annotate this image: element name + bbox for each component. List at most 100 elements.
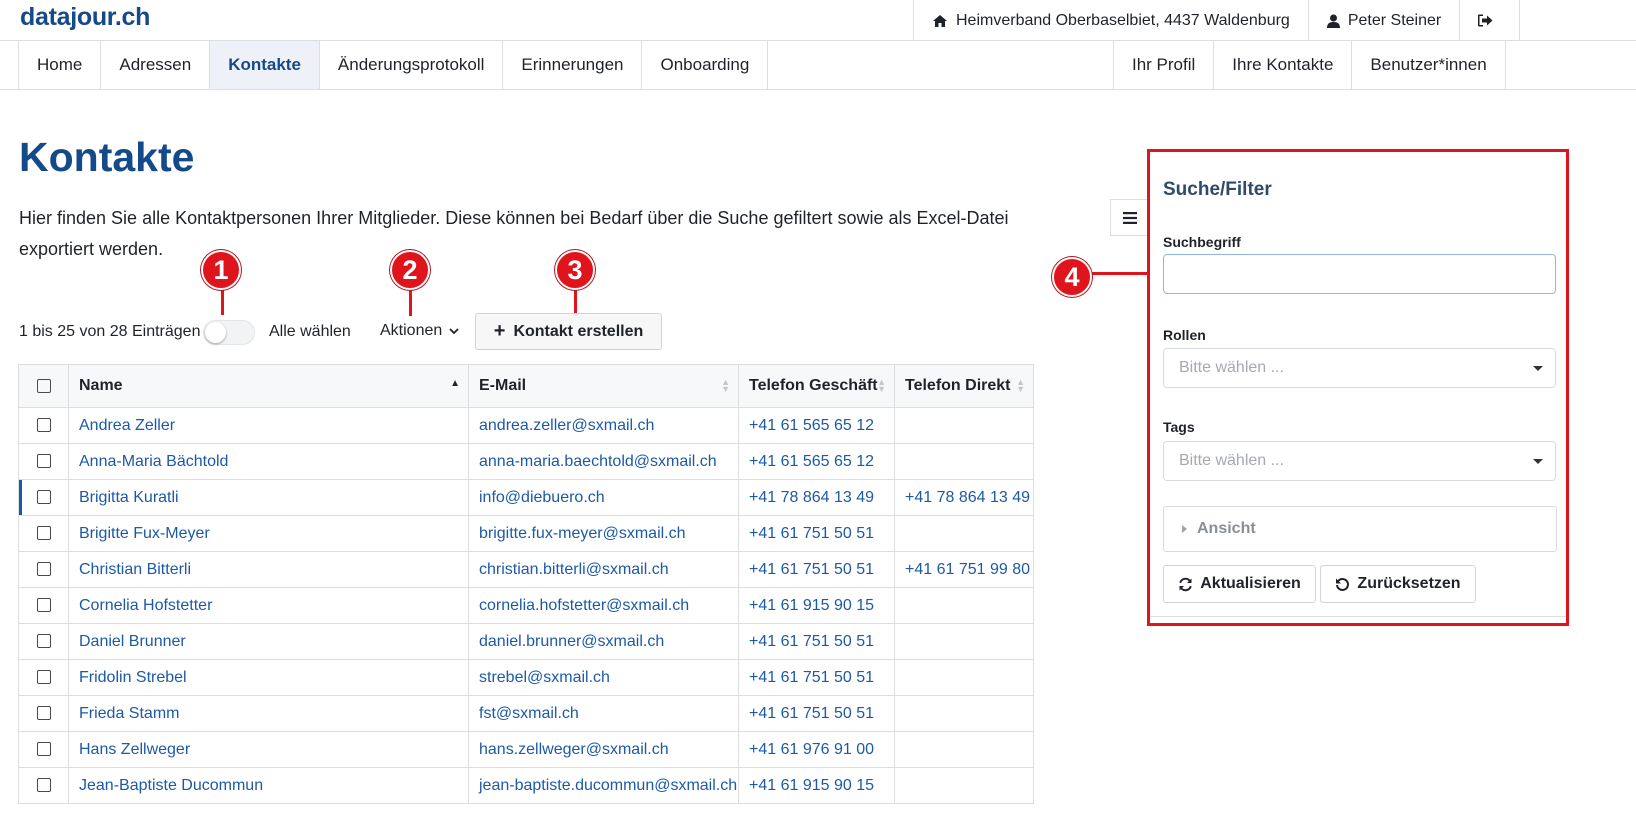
contact-email[interactable]: andrea.zeller@sxmail.ch [468, 407, 739, 444]
row-checkbox[interactable] [36, 706, 51, 721]
contact-phone-business[interactable]: +41 61 565 65 12 [738, 407, 895, 444]
search-input[interactable] [1163, 254, 1556, 294]
table-row[interactable]: Jean-Baptiste Ducommun jean-baptiste.duc… [18, 767, 1034, 804]
contact-phone-business[interactable]: +41 61 751 50 51 [738, 623, 895, 660]
nav-item-adressen[interactable]: Adressen [100, 41, 209, 89]
table-row[interactable]: Cornelia Hofstetter cornelia.hofstetter@… [18, 587, 1034, 624]
contact-email[interactable]: brigitte.fux-meyer@sxmail.ch [468, 515, 739, 552]
select-all-checkbox[interactable] [36, 378, 51, 393]
column-header-name[interactable]: Name ▲ [68, 364, 469, 408]
contact-phone-direct[interactable] [894, 731, 1034, 768]
contact-phone-business[interactable]: +41 61 751 50 51 [738, 695, 895, 732]
contact-email[interactable]: jean-baptiste.ducommun@sxmail.ch [468, 767, 739, 804]
column-header-email[interactable]: E-Mail ▲ ▼ [468, 364, 739, 408]
contact-phone-business[interactable]: +41 61 751 50 51 [738, 551, 895, 588]
reset-button[interactable]: Zurücksetzen [1320, 565, 1476, 603]
nav-item-ihre-kontakte[interactable]: Ihre Kontakte [1213, 41, 1351, 89]
actions-dropdown[interactable]: Aktionen [380, 322, 459, 340]
contact-email[interactable]: daniel.brunner@sxmail.ch [468, 623, 739, 660]
view-collapsible[interactable]: Ansicht [1163, 506, 1557, 552]
contact-phone-direct[interactable] [894, 695, 1034, 732]
row-checkbox-cell[interactable] [18, 551, 69, 588]
row-checkbox-cell[interactable] [18, 515, 69, 552]
contact-phone-direct[interactable]: +41 61 751 99 80 [894, 551, 1034, 588]
select-all-toggle[interactable] [203, 320, 255, 345]
contact-phone-business[interactable]: +41 61 915 90 15 [738, 587, 895, 624]
nav-item-onboarding[interactable]: Onboarding [641, 41, 769, 89]
table-row[interactable]: Daniel Brunner daniel.brunner@sxmail.ch … [18, 623, 1034, 660]
row-checkbox-cell[interactable] [18, 407, 69, 444]
logo[interactable]: datajour.ch [20, 3, 150, 32]
contact-name[interactable]: Christian Bitterli [68, 551, 469, 588]
nav-item-benutzerinnen[interactable]: Benutzer*innen [1351, 41, 1506, 89]
contact-name[interactable]: Anna-Maria Bächtold [68, 443, 469, 480]
row-checkbox-cell[interactable] [18, 623, 69, 660]
table-row[interactable]: Frieda Stamm fst@sxmail.ch +41 61 751 50… [18, 695, 1034, 732]
logout-button[interactable] [1459, 0, 1521, 41]
contact-email[interactable]: anna-maria.baechtold@sxmail.ch [468, 443, 739, 480]
contact-phone-direct[interactable] [894, 623, 1034, 660]
row-checkbox-cell[interactable] [18, 767, 69, 804]
contact-phone-direct[interactable] [894, 515, 1034, 552]
row-checkbox[interactable] [36, 778, 51, 793]
contact-phone-direct[interactable]: +41 78 864 13 49 [894, 479, 1034, 516]
nav-item-home[interactable]: Home [18, 41, 100, 89]
row-checkbox[interactable] [36, 598, 51, 613]
contact-email[interactable]: fst@sxmail.ch [468, 695, 739, 732]
row-checkbox-cell[interactable] [18, 659, 69, 696]
contact-name[interactable]: Frieda Stamm [68, 695, 469, 732]
contact-email[interactable]: christian.bitterli@sxmail.ch [468, 551, 739, 588]
contact-name[interactable]: Fridolin Strebel [68, 659, 469, 696]
column-header-phone-direct[interactable]: Telefon Direkt ▲ ▼ [894, 364, 1034, 408]
nav-item-erinnerungen[interactable]: Erinnerungen [502, 41, 641, 89]
nav-item-ihr-profil[interactable]: Ihr Profil [1113, 41, 1213, 89]
table-row[interactable]: Brigitta Kuratli info@diebuero.ch +41 78… [18, 479, 1034, 516]
tags-select[interactable]: Bitte wählen ... [1163, 441, 1556, 481]
contact-phone-business[interactable]: +41 61 751 50 51 [738, 659, 895, 696]
contact-email[interactable]: hans.zellweger@sxmail.ch [468, 731, 739, 768]
contact-name[interactable]: Daniel Brunner [68, 623, 469, 660]
nav-item-kontakte[interactable]: Kontakte [209, 41, 319, 89]
column-header-phone-business[interactable]: Telefon Geschäft ▲ ▼ [738, 364, 895, 408]
row-checkbox[interactable] [36, 526, 51, 541]
table-row[interactable]: Andrea Zeller andrea.zeller@sxmail.ch +4… [18, 407, 1034, 444]
table-row[interactable]: Hans Zellweger hans.zellweger@sxmail.ch … [18, 731, 1034, 768]
contact-phone-business[interactable]: +41 78 864 13 49 [738, 479, 895, 516]
table-row[interactable]: Fridolin Strebel strebel@sxmail.ch +41 6… [18, 659, 1034, 696]
contact-name[interactable]: Cornelia Hofstetter [68, 587, 469, 624]
roles-select[interactable]: Bitte wählen ... [1163, 348, 1556, 388]
create-contact-button[interactable]: + Kontakt erstellen [475, 313, 662, 350]
contact-name[interactable]: Andrea Zeller [68, 407, 469, 444]
row-checkbox[interactable] [36, 670, 51, 685]
table-row[interactable]: Brigitte Fux-Meyer brigitte.fux-meyer@sx… [18, 515, 1034, 552]
contact-phone-direct[interactable] [894, 443, 1034, 480]
contact-name[interactable]: Hans Zellweger [68, 731, 469, 768]
contact-phone-business[interactable]: +41 61 976 91 00 [738, 731, 895, 768]
contact-phone-direct[interactable] [894, 587, 1034, 624]
contact-name[interactable]: Brigitte Fux-Meyer [68, 515, 469, 552]
row-checkbox[interactable] [36, 634, 51, 649]
row-checkbox[interactable] [36, 490, 51, 505]
organization-link[interactable]: Heimverband Oberbaselbiet, 4437 Waldenbu… [913, 0, 1308, 41]
contact-phone-business[interactable]: +41 61 915 90 15 [738, 767, 895, 804]
contact-email[interactable]: info@diebuero.ch [468, 479, 739, 516]
contact-name[interactable]: Brigitta Kuratli [68, 479, 469, 516]
select-all-checkbox-cell[interactable] [18, 364, 69, 408]
contact-email[interactable]: strebel@sxmail.ch [468, 659, 739, 696]
nav-item-aenderungsprotokoll[interactable]: Änderungsprotokoll [318, 41, 502, 89]
filter-panel-toggle[interactable] [1110, 199, 1148, 236]
table-row[interactable]: Anna-Maria Bächtold anna-maria.baechtold… [18, 443, 1034, 480]
contact-phone-business[interactable]: +41 61 751 50 51 [738, 515, 895, 552]
contact-email[interactable]: cornelia.hofstetter@sxmail.ch [468, 587, 739, 624]
row-checkbox[interactable] [36, 418, 51, 433]
contact-phone-direct[interactable] [894, 767, 1034, 804]
refresh-button[interactable]: Aktualisieren [1163, 565, 1316, 603]
contact-phone-business[interactable]: +41 61 565 65 12 [738, 443, 895, 480]
row-checkbox[interactable] [36, 562, 51, 577]
row-checkbox[interactable] [36, 454, 51, 469]
table-row[interactable]: Christian Bitterli christian.bitterli@sx… [18, 551, 1034, 588]
row-checkbox-cell[interactable] [18, 695, 69, 732]
row-checkbox-cell[interactable] [18, 443, 69, 480]
row-checkbox-cell[interactable] [18, 479, 69, 516]
row-checkbox[interactable] [36, 742, 51, 757]
